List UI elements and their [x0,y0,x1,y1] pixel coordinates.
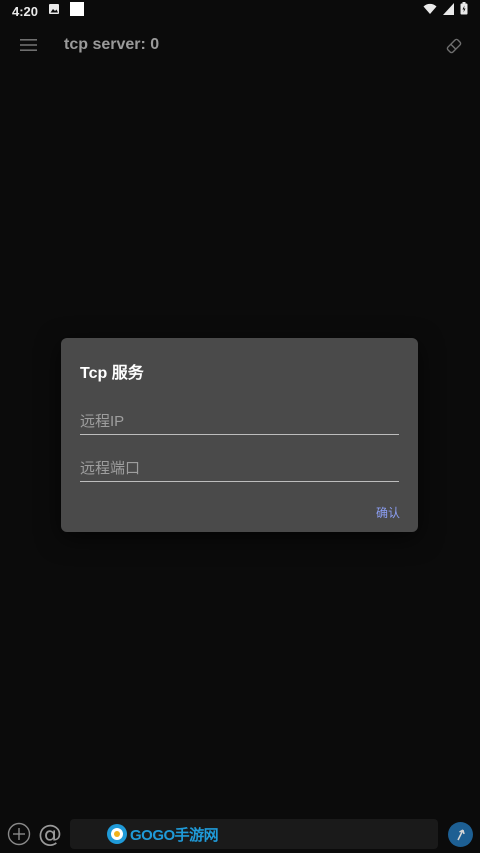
status-right [423,2,468,20]
send-arrow-icon [456,828,465,840]
page-title: tcp server: 0 [64,36,160,53]
menu-button[interactable] [18,34,40,56]
dialog-title: Tcp 服务 [80,365,144,382]
battery-icon [460,2,468,20]
remote-port-field [80,455,399,482]
hamburger-menu-icon [20,39,37,51]
send-button[interactable] [448,822,473,847]
watermark-logo: GOGO手游网 [106,820,219,848]
remote-ip-input[interactable] [80,408,399,434]
status-bar: 4:20 [0,0,480,22]
wifi-icon [423,2,437,20]
tcp-service-dialog: Tcp 服务 确认 [61,338,418,532]
remote-ip-field [80,408,399,435]
app-toolbar: tcp server: 0 [0,22,480,70]
status-time: 4:20 [12,3,39,19]
signal-icon [443,2,454,20]
mention-button[interactable]: @ [38,820,62,848]
clear-button[interactable] [444,36,464,56]
eraser-icon [446,38,462,54]
plus-circle-icon [7,822,31,846]
add-button[interactable] [7,822,31,846]
remote-port-input[interactable] [80,455,399,481]
gogo-logo-icon [107,824,127,844]
bottom-input-bar: @ GOGO手游网 [0,815,480,853]
square-notification-icon [70,1,85,21]
watermark-text: GOGO手游网 [130,826,219,844]
confirm-button[interactable]: 确认 [376,504,400,521]
status-left: 4:20 [12,1,85,21]
image-notification-icon [48,2,60,20]
